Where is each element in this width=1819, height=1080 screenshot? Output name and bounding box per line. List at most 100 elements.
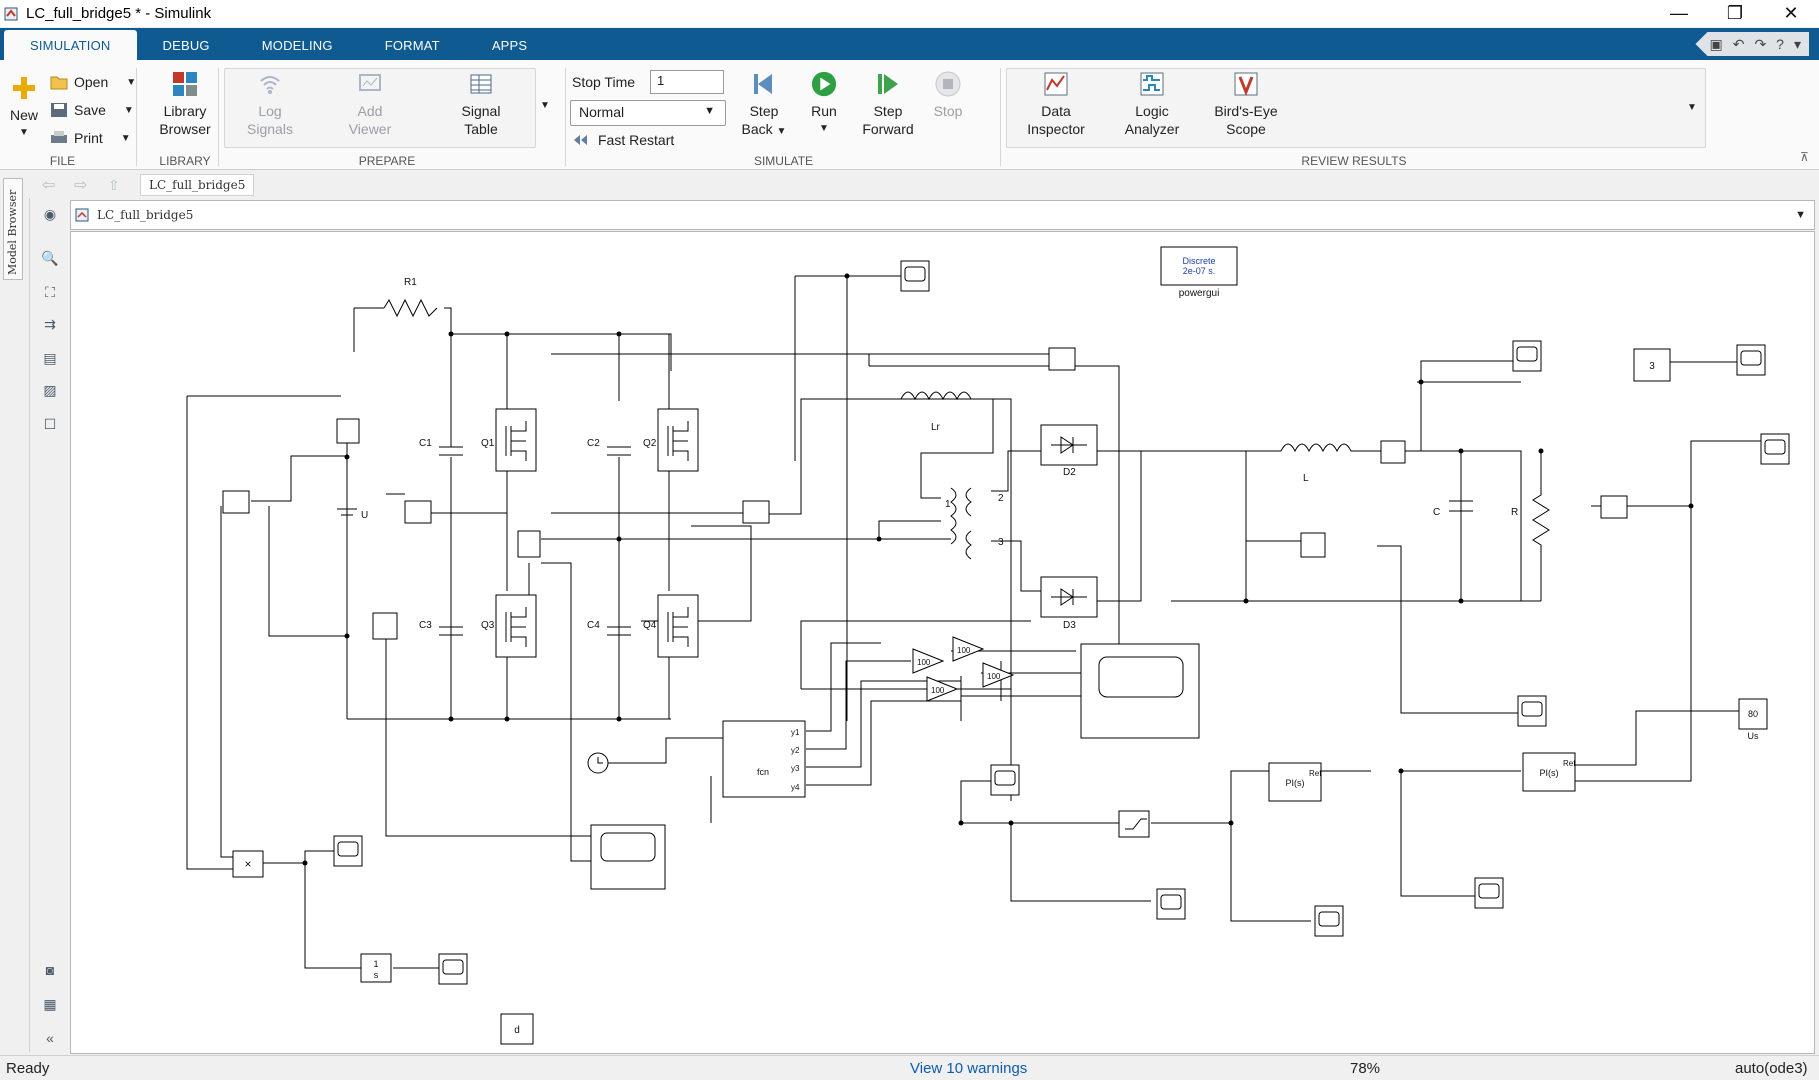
save-button[interactable]: Save ▼ [50, 102, 134, 118]
back-arrow-icon[interactable]: ⇦ [42, 175, 55, 195]
step-forward-button[interactable]: Step Forward [858, 70, 918, 138]
svg-text:d: d [514, 1025, 520, 1036]
mosfet-q4[interactable] [657, 594, 699, 658]
breadcrumb[interactable]: LC_full_bridge5 [140, 174, 255, 196]
tab-debug[interactable]: DEBUG [137, 30, 236, 60]
svg-text:D3: D3 [1063, 620, 1076, 631]
review-gallery [1006, 68, 1706, 148]
annotation-icon[interactable]: ▤ [40, 348, 60, 368]
svg-text:100: 100 [957, 646, 971, 655]
save-icon[interactable]: ▣ [1709, 36, 1722, 53]
inductor-lr[interactable] [900, 391, 972, 401]
stop-button[interactable]: Stop [926, 70, 970, 120]
transformer-secondary-2[interactable] [965, 530, 972, 560]
library-browser-button[interactable]: Library Browser [147, 70, 223, 138]
collapse-ribbon-icon[interactable]: ⊼ [1800, 150, 1809, 164]
svg-text:100: 100 [917, 658, 931, 667]
resistor-r[interactable] [1532, 451, 1550, 601]
undo-icon[interactable]: ↶ [1733, 36, 1745, 53]
prepare-expand-icon[interactable]: ▼ [540, 100, 550, 111]
stop-time-input[interactable]: 1 [650, 70, 724, 94]
log-signals-button[interactable]: Log Signals [240, 70, 300, 138]
resistor-r1[interactable] [383, 298, 438, 318]
mosfet-q3[interactable] [495, 594, 537, 658]
voltage-measurement[interactable] [222, 490, 250, 514]
current-measurement[interactable] [372, 612, 398, 640]
saturation-block[interactable] [1118, 810, 1150, 838]
data-inspector-button[interactable]: Data Inspector [1018, 70, 1094, 138]
tab-simulation[interactable]: SIMULATION [4, 30, 137, 60]
capacitor-c4[interactable] [607, 581, 631, 719]
transformer-primary[interactable] [950, 487, 957, 545]
warnings-link[interactable]: View 10 warnings [910, 1060, 1027, 1077]
collapse-icon[interactable]: « [40, 1028, 60, 1048]
fit-to-view-icon[interactable]: ⛶ [40, 282, 60, 302]
tab-format[interactable]: FORMAT [359, 30, 466, 60]
svg-text:2e-07 s.: 2e-07 s. [1183, 266, 1216, 276]
restore-button[interactable]: ❐ [1707, 0, 1763, 27]
current-measurement[interactable] [1380, 440, 1406, 464]
minimize-button[interactable]: — [1651, 0, 1707, 27]
voltage-measurement[interactable] [1048, 347, 1076, 371]
voltage-measurement[interactable] [1300, 532, 1326, 558]
birds-eye-scope-button[interactable]: Bird's-Eye Scope [1208, 70, 1284, 138]
tab-apps[interactable]: APPS [466, 30, 553, 60]
close-button[interactable]: ✕ [1763, 0, 1819, 27]
forward-arrow-icon[interactable]: ⇨ [74, 175, 87, 195]
signal-table-button[interactable]: Signal Table [446, 70, 516, 138]
chevron-down-icon: ▼ [704, 105, 715, 117]
capacitor-c3[interactable] [439, 581, 463, 719]
printer-icon [51, 131, 67, 143]
chevron-down-icon: ▼ [123, 104, 134, 116]
tab-modeling[interactable]: MODELING [236, 30, 359, 60]
capacitor-c1[interactable] [439, 401, 463, 456]
current-measurement[interactable] [517, 530, 541, 558]
svg-text:C4: C4 [587, 620, 600, 631]
add-viewer-button[interactable]: Add Viewer [340, 70, 400, 138]
up-arrow-icon[interactable]: ⇧ [108, 177, 120, 194]
mosfet-q1[interactable] [495, 408, 537, 472]
chevron-down-icon[interactable]: ▼ [1795, 209, 1806, 221]
svg-text:3: 3 [1649, 361, 1655, 372]
transformer-secondary-1[interactable] [965, 487, 972, 517]
area-icon[interactable]: ☐ [40, 414, 60, 434]
divider [218, 68, 219, 166]
simulation-mode-select[interactable]: Normal ▼ [570, 100, 726, 126]
hide-show-browser-icon[interactable]: ◉ [40, 204, 60, 224]
inductor-l[interactable] [1280, 443, 1381, 453]
image-icon[interactable]: ▨ [40, 380, 60, 400]
property-inspector-icon[interactable]: ▦ [40, 994, 60, 1014]
powergui-block[interactable]: Discrete 2e-07 s. powergui [1160, 246, 1238, 299]
svg-text:R1: R1 [404, 277, 417, 288]
fast-restart-button[interactable]: Fast Restart [572, 132, 674, 148]
run-button[interactable]: Run ▼ [802, 70, 846, 138]
camera-icon[interactable]: ◙ [40, 960, 60, 980]
chevron-down-icon[interactable]: ▾ [1794, 36, 1801, 53]
review-expand-icon[interactable]: ▼ [1687, 102, 1697, 113]
redo-icon[interactable]: ↷ [1754, 36, 1766, 53]
new-button[interactable]: New ▼ [6, 74, 42, 142]
current-measurement[interactable] [404, 500, 432, 524]
voltage-measurement[interactable] [1600, 495, 1628, 519]
mosfet-q2[interactable] [657, 408, 699, 472]
model-canvas[interactable]: Discrete 2e-07 s. powergui R1 C1 C2 C3 C… [70, 231, 1815, 1054]
current-measurement[interactable] [742, 500, 770, 524]
open-button[interactable]: Open ▼ [50, 74, 136, 90]
help-icon[interactable]: ? [1776, 36, 1784, 52]
wifi-icon [256, 70, 284, 98]
step-forward-icon [874, 70, 902, 98]
arrows-icon[interactable]: ⇉ [40, 314, 60, 334]
step-back-button[interactable]: Step Back ▼ [738, 70, 790, 141]
zoom-icon[interactable]: 🔍 [40, 248, 60, 268]
review-group-label: REVIEW RESULTS [1301, 154, 1407, 168]
scope-block-large[interactable] [590, 824, 666, 890]
svg-text:s: s [374, 970, 379, 980]
current-measurement[interactable] [336, 418, 360, 444]
logic-analyzer-button[interactable]: Logic Analyzer [1114, 70, 1190, 138]
scope-block-large[interactable] [1080, 643, 1200, 739]
print-button[interactable]: Print ▼ [50, 130, 131, 146]
model-browser-tab[interactable]: Model Browser [3, 178, 23, 280]
simulate-group: Stop Time 1 Normal ▼ Fast Restart Step B… [566, 64, 1001, 170]
svg-text:U: U [361, 510, 368, 521]
solver-name[interactable]: auto(ode3) [1735, 1060, 1808, 1077]
